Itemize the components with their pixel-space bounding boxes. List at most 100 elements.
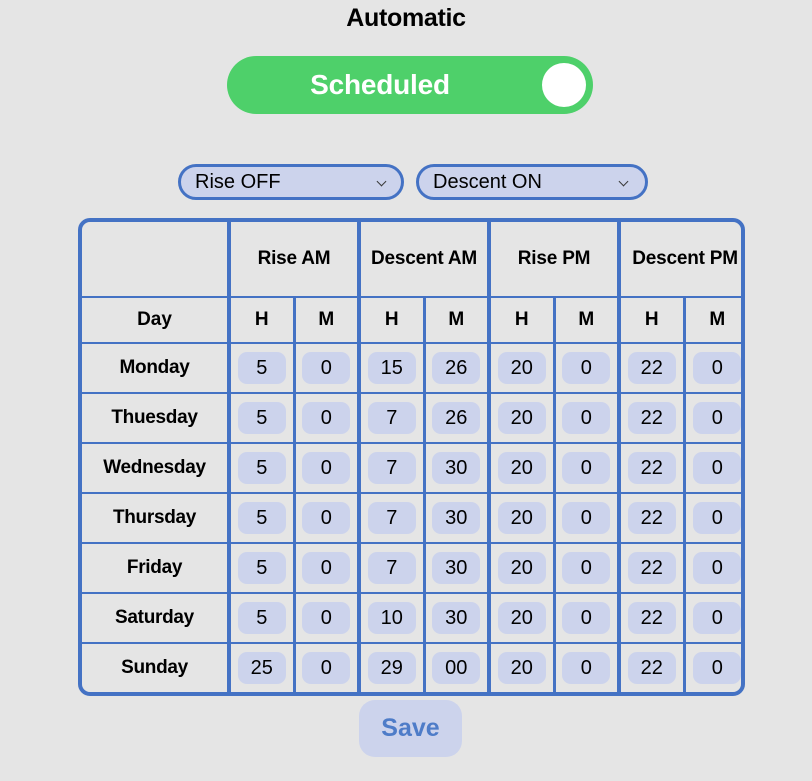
schedule-value-input[interactable]: 22 (627, 602, 676, 634)
schedule-cell: 20 (487, 642, 555, 692)
schedule-value-input[interactable]: 30 (432, 552, 481, 584)
schedule-value-input[interactable]: 22 (627, 652, 676, 684)
schedule-cell: 30 (422, 442, 490, 493)
schedule-value-input[interactable]: 22 (627, 352, 676, 384)
table-row: Thuesday 5 0 7 26 20 0 22 0 (82, 392, 741, 443)
schedule-value-input[interactable]: 0 (693, 652, 741, 684)
schedule-value-input[interactable]: 0 (302, 502, 351, 534)
schedule-value-input[interactable]: 30 (432, 602, 481, 634)
schedule-value-input[interactable]: 30 (432, 452, 481, 484)
schedule-value-input[interactable]: 0 (302, 602, 351, 634)
schedule-value-input[interactable]: 20 (497, 552, 546, 584)
schedule-cell: 0 (682, 642, 741, 692)
schedule-value-input[interactable]: 22 (627, 502, 676, 534)
scheduled-toggle[interactable]: Scheduled (227, 56, 593, 114)
schedule-value-input[interactable]: 5 (237, 602, 286, 634)
schedule-cell: 30 (422, 592, 490, 643)
schedule-cell: 0 (682, 542, 741, 593)
schedule-value-input[interactable]: 0 (562, 502, 611, 534)
schedule-cell: 10 (357, 592, 425, 643)
schedule-value-input[interactable]: 20 (497, 402, 546, 434)
schedule-value-input[interactable]: 20 (497, 352, 546, 384)
schedule-value-input[interactable]: 0 (693, 552, 741, 584)
schedule-value-input[interactable]: 7 (367, 552, 416, 584)
row-day-label: Wednesday (82, 442, 229, 493)
schedule-value-input[interactable]: 29 (367, 652, 416, 684)
mode-selects: Rise OFF Descent ON (178, 164, 648, 200)
row-day-label: Thursday (82, 492, 229, 543)
schedule-value-input[interactable]: 7 (367, 452, 416, 484)
schedule-value-input[interactable]: 0 (302, 452, 351, 484)
schedule-value-input[interactable]: 0 (693, 602, 741, 634)
schedule-value-input[interactable]: 22 (627, 452, 676, 484)
schedule-cell: 0 (292, 342, 360, 393)
schedule-cell: 0 (292, 592, 360, 643)
schedule-value-input[interactable]: 0 (562, 552, 611, 584)
schedule-value-input[interactable]: 0 (302, 652, 351, 684)
schedule-value-input[interactable]: 22 (627, 402, 676, 434)
page-title: Automatic (346, 4, 466, 32)
schedule-cell: 5 (227, 342, 294, 393)
schedule-cell: 7 (357, 392, 425, 443)
row-day-label: Friday (82, 542, 229, 593)
save-button[interactable]: Save (359, 700, 462, 757)
schedule-value-input[interactable]: 0 (562, 352, 611, 384)
row-day-label: Thuesday (82, 392, 229, 443)
sub-header-row: Day H M H M H M H M (82, 296, 741, 343)
schedule-value-input[interactable]: 20 (497, 452, 546, 484)
schedule-cell: 30 (422, 542, 490, 593)
schedule-value-input[interactable]: 5 (237, 352, 286, 384)
schedule-cell: 0 (682, 442, 741, 493)
schedule-value-input[interactable]: 7 (367, 502, 416, 534)
rise-mode-select[interactable]: Rise OFF (178, 164, 404, 200)
schedule-value-input[interactable]: 10 (367, 602, 416, 634)
schedule-cell: 0 (552, 492, 620, 543)
schedule-cell: 0 (682, 592, 741, 643)
schedule-value-input[interactable]: 20 (497, 652, 546, 684)
schedule-value-input[interactable]: 20 (497, 502, 546, 534)
row-day-label: Saturday (82, 592, 229, 643)
schedule-value-input[interactable]: 7 (367, 402, 416, 434)
schedule-value-input[interactable]: 5 (237, 452, 286, 484)
group-header-row: Rise AM Descent AM Rise PM Descent PM (82, 222, 741, 297)
schedule-cell: 0 (292, 492, 360, 543)
schedule-value-input[interactable]: 25 (237, 652, 286, 684)
group-header-rise-pm: Rise PM (487, 222, 620, 297)
schedule-value-input[interactable]: 0 (302, 552, 351, 584)
schedule-table: Rise AM Descent AM Rise PM Descent PM Da… (82, 222, 741, 692)
schedule-value-input[interactable]: 0 (693, 402, 741, 434)
schedule-value-input[interactable]: 26 (432, 352, 481, 384)
schedule-value-input[interactable]: 22 (627, 552, 676, 584)
schedule-cell: 22 (617, 592, 685, 643)
schedule-value-input[interactable]: 00 (432, 652, 481, 684)
schedule-value-input[interactable]: 0 (562, 402, 611, 434)
schedule-cell: 5 (227, 392, 294, 443)
sub-header-descent-am-h: H (357, 296, 425, 343)
schedule-value-input[interactable]: 0 (562, 452, 611, 484)
schedule-value-input[interactable]: 0 (562, 602, 611, 634)
schedule-value-input[interactable]: 15 (367, 352, 416, 384)
schedule-cell: 0 (552, 342, 620, 393)
schedule-value-input[interactable]: 5 (237, 402, 286, 434)
schedule-cell: 22 (617, 542, 685, 593)
schedule-cell: 5 (227, 592, 294, 643)
sub-header-rise-pm-h: H (487, 296, 555, 343)
schedule-value-input[interactable]: 0 (693, 452, 741, 484)
schedule-value-input[interactable]: 30 (432, 502, 481, 534)
schedule-cell: 0 (682, 392, 741, 443)
schedule-cell: 7 (357, 442, 425, 493)
schedule-value-input[interactable]: 5 (237, 502, 286, 534)
descent-mode-select[interactable]: Descent ON (416, 164, 648, 200)
schedule-value-input[interactable]: 0 (302, 402, 351, 434)
scheduled-toggle-wrapper: Scheduled (227, 56, 593, 114)
schedule-value-input[interactable]: 20 (497, 602, 546, 634)
schedule-value-input[interactable]: 0 (562, 652, 611, 684)
schedule-value-input[interactable]: 0 (693, 352, 741, 384)
table-row: Thursday 5 0 7 30 20 0 22 0 (82, 492, 741, 543)
schedule-value-input[interactable]: 0 (302, 352, 351, 384)
schedule-value-input[interactable]: 5 (237, 552, 286, 584)
toggle-knob[interactable] (542, 63, 586, 107)
schedule-value-input[interactable]: 26 (432, 402, 481, 434)
schedule-table-head: Rise AM Descent AM Rise PM Descent PM Da… (82, 222, 741, 343)
schedule-value-input[interactable]: 0 (693, 502, 741, 534)
